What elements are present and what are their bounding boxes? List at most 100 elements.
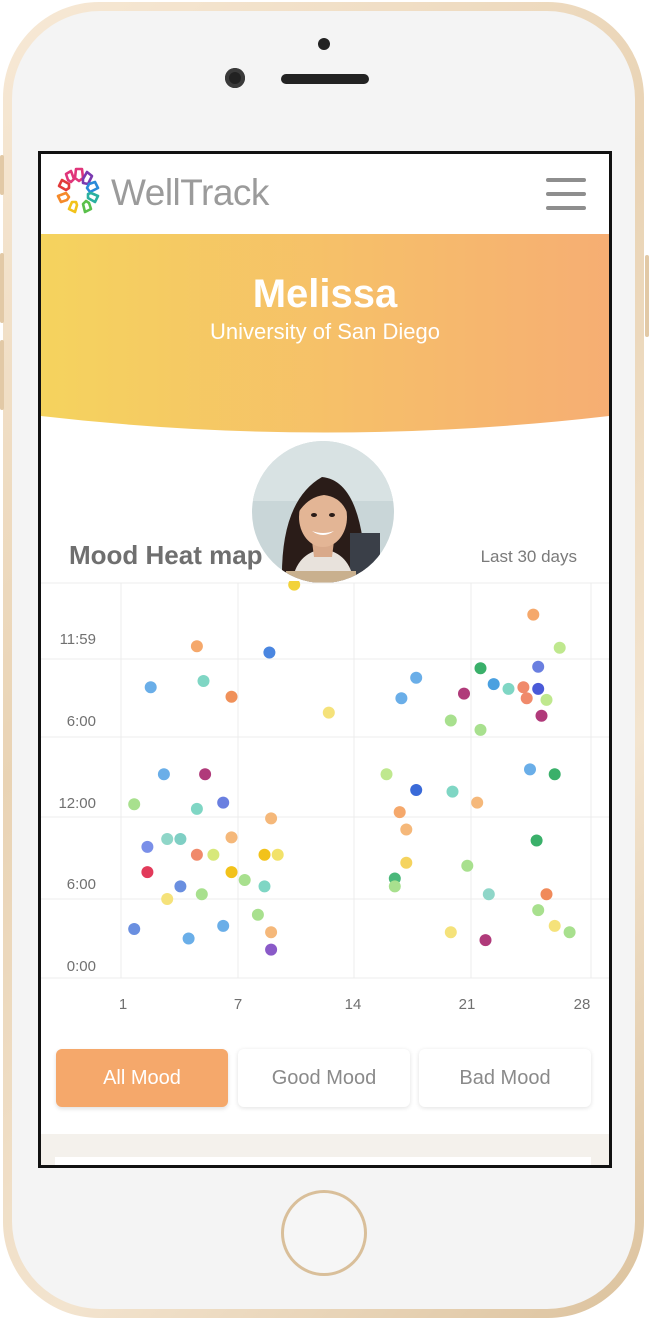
mood-point — [144, 681, 157, 694]
mood-point — [487, 678, 500, 691]
mood-point — [548, 768, 561, 781]
home-button[interactable] — [281, 1190, 367, 1276]
x-tick-label: 14 — [345, 996, 362, 1013]
mood-point — [524, 763, 536, 776]
mood-point — [461, 859, 474, 872]
mood-point — [128, 798, 141, 811]
mood-point — [190, 640, 203, 653]
filter-good-mood-button[interactable]: Good Mood — [238, 1049, 410, 1107]
mood-point — [197, 675, 210, 687]
x-tick-label: 1 — [119, 996, 127, 1013]
filter-bad-mood-button[interactable]: Bad Mood — [419, 1049, 591, 1107]
y-tick-label: 0:00 — [67, 958, 96, 975]
earpiece-speaker — [281, 74, 369, 84]
welltrack-logo-icon[interactable] — [53, 166, 105, 218]
mood-point — [532, 682, 545, 695]
mood-point — [258, 880, 271, 893]
mood-point — [471, 796, 484, 809]
mood-point — [502, 682, 515, 695]
mood-point — [157, 768, 170, 781]
silent-switch — [0, 155, 4, 195]
profile-header: Melissa University of San Diego — [41, 234, 609, 586]
heatmap-title: Mood Heat map — [69, 540, 263, 570]
mood-point — [265, 812, 278, 825]
mood-point — [271, 848, 284, 861]
mood-point — [393, 806, 406, 819]
mood-point — [563, 926, 576, 939]
brand-wordmark: WellTrack — [111, 172, 269, 213]
mood-point — [474, 662, 487, 675]
mood-point — [128, 923, 141, 935]
filter-all-mood-button[interactable]: All Mood — [56, 1049, 228, 1107]
x-tick-label: 28 — [574, 996, 591, 1013]
mood-point — [446, 785, 459, 798]
mood-point — [400, 856, 413, 869]
mood-point — [238, 874, 251, 886]
x-tick-label: 7 — [234, 996, 242, 1013]
mood-point — [380, 768, 393, 781]
y-tick-label: 12:00 — [58, 795, 96, 812]
heatmap-range-label: Last 30 days — [480, 547, 577, 566]
mood-point — [548, 919, 561, 932]
mood-point — [190, 802, 203, 815]
mood-point — [199, 768, 212, 781]
mood-point — [195, 888, 208, 901]
user-name: Melissa — [252, 272, 398, 316]
y-tick-label: 11:59 — [60, 631, 96, 648]
front-camera-icon — [225, 68, 245, 88]
mood-point — [535, 709, 548, 722]
x-tick-label: 21 — [459, 996, 476, 1013]
mood-point — [474, 723, 487, 736]
next-section-card — [55, 1157, 591, 1165]
mood-point — [141, 840, 154, 853]
power-button — [645, 255, 649, 337]
mood-point — [532, 904, 545, 917]
mood-point — [388, 880, 401, 893]
mood-point — [444, 926, 457, 939]
mood-point — [395, 692, 408, 705]
mood-point — [217, 919, 230, 932]
avatar[interactable] — [249, 438, 397, 586]
mood-point — [322, 706, 335, 719]
mood-point — [225, 866, 238, 879]
mood-point — [182, 932, 195, 945]
mood-point — [458, 687, 470, 700]
mood-point — [207, 848, 220, 861]
mood-point — [265, 926, 278, 939]
proximity-sensor — [318, 38, 330, 50]
mood-point — [444, 714, 457, 727]
mood-point — [517, 681, 530, 694]
mood-point — [482, 888, 495, 901]
mood-point — [258, 848, 271, 861]
mood-point — [141, 866, 154, 879]
hamburger-icon[interactable] — [546, 178, 588, 212]
mood-point — [410, 671, 423, 684]
app-screen: WellTrack Melissa University of San Dieg… — [38, 151, 612, 1168]
mood-point — [540, 693, 553, 706]
mood-point — [532, 660, 545, 673]
mood-point — [263, 646, 276, 659]
mood-point — [225, 690, 238, 703]
mood-point — [540, 888, 553, 901]
mood-point — [174, 880, 187, 893]
mood-point — [400, 823, 413, 836]
y-tick-label: 6:00 — [67, 713, 96, 730]
mood-point — [530, 834, 543, 847]
mood-point — [161, 833, 174, 845]
volume-up-button — [0, 253, 4, 323]
mood-point — [553, 641, 566, 654]
mood-point — [479, 934, 492, 947]
mood-point — [161, 893, 174, 905]
mood-point — [265, 943, 278, 956]
y-tick-label: 6:00 — [67, 876, 96, 893]
mood-point — [288, 581, 301, 591]
mood-point — [225, 831, 238, 844]
mood-point — [520, 692, 533, 705]
top-bar: WellTrack — [41, 154, 609, 234]
user-school: University of San Diego — [210, 319, 440, 344]
mood-point — [410, 784, 423, 796]
mood-point — [174, 833, 187, 845]
mood-point — [251, 908, 264, 921]
mood-point — [527, 608, 540, 621]
mood-point — [190, 848, 203, 861]
